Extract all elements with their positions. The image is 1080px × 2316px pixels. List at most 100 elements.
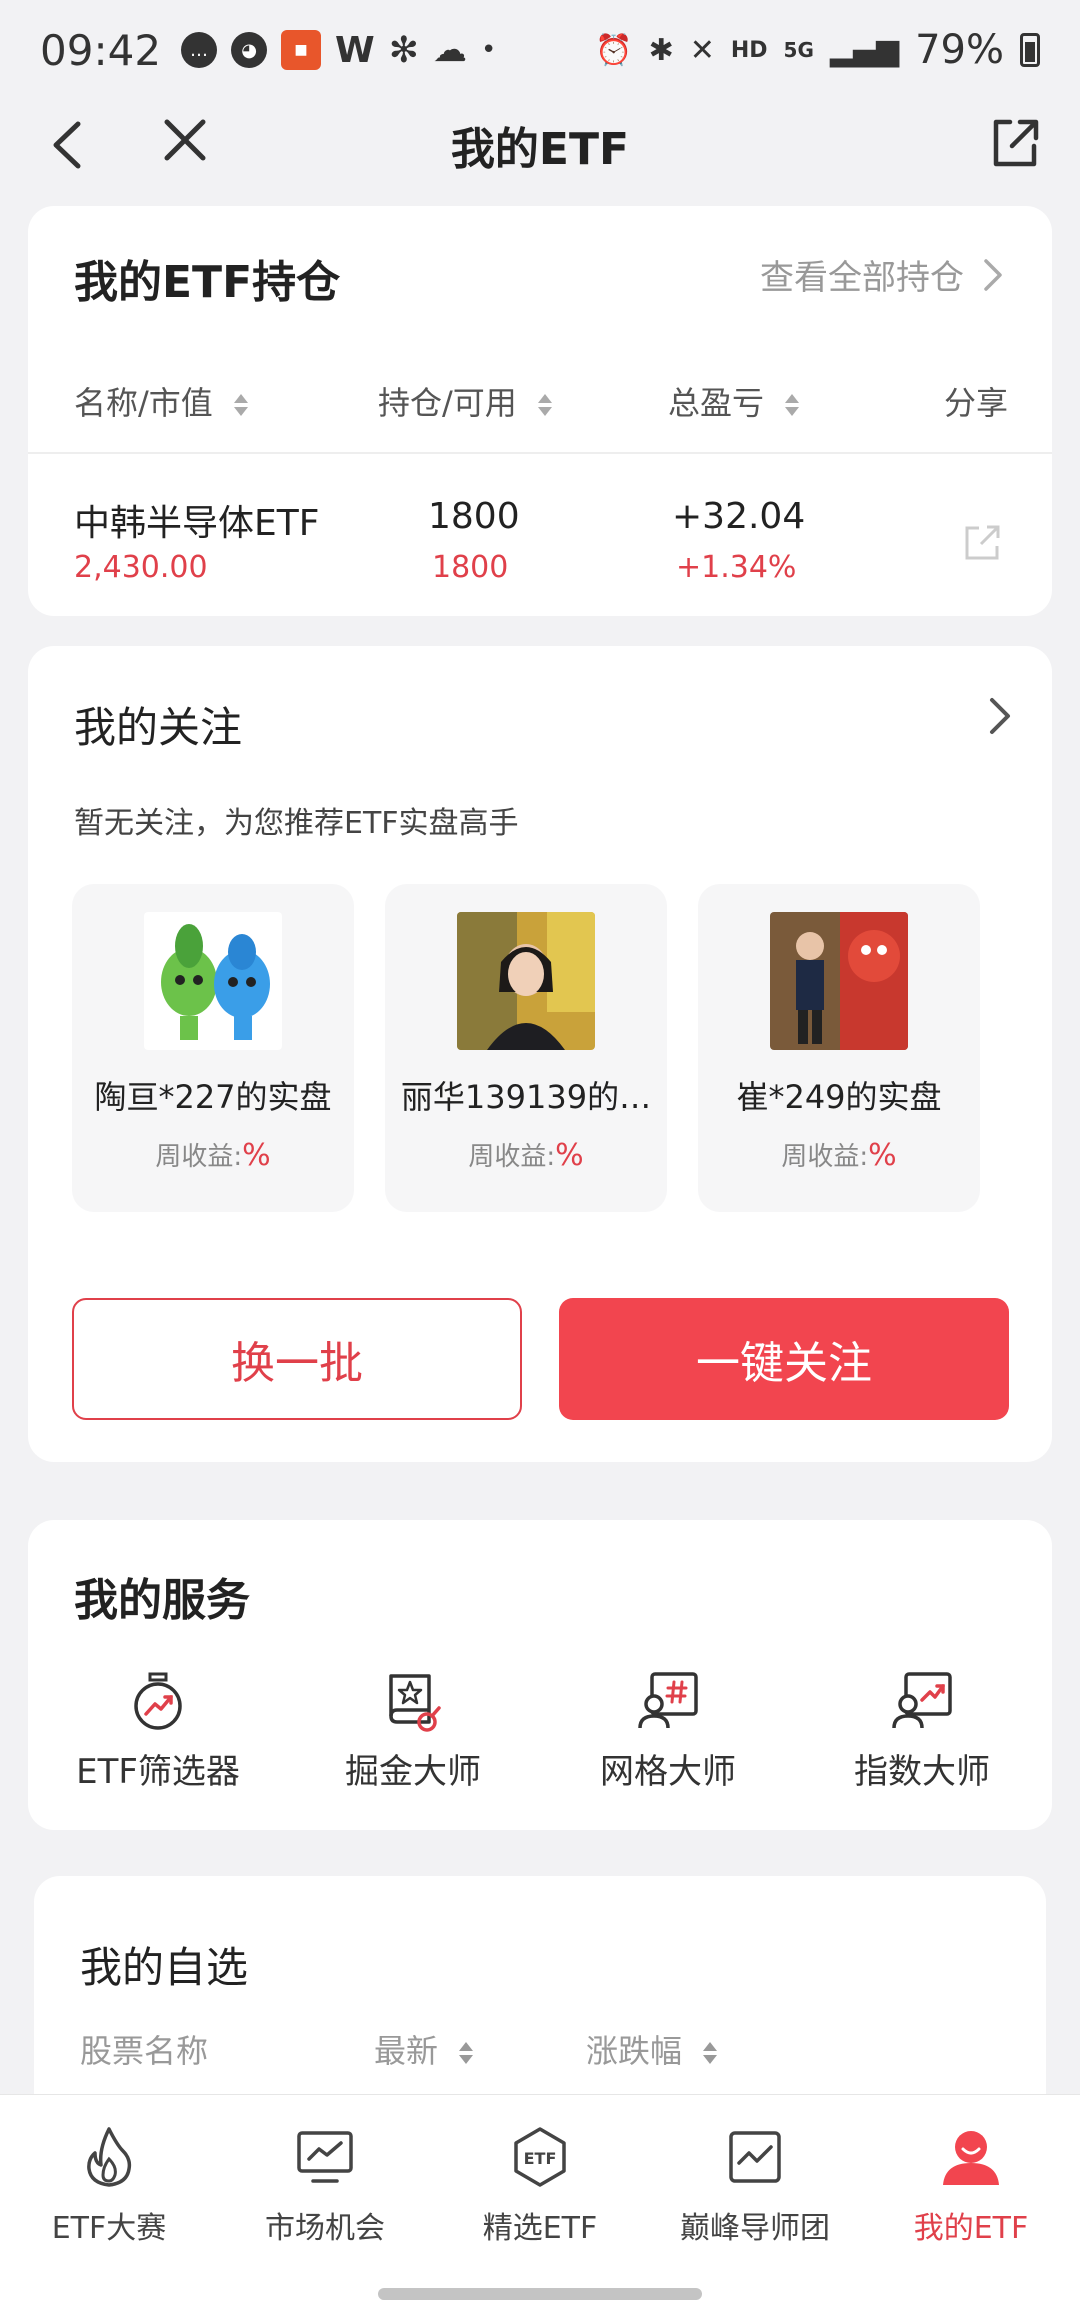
tab-my-etf[interactable]: 我的ETF <box>876 2125 1066 2247</box>
follow-card: 我的关注 暂无关注，为您推荐ETF实盘高手 陶亘*227的实盘 周收益:% 丽华… <box>28 646 1052 1462</box>
expert-name: 崔*249的实盘 <box>736 1078 942 1116</box>
tab-label: 我的ETF <box>913 2211 1029 2246</box>
status-time: 09:42 <box>40 25 162 75</box>
expert-card[interactable]: 崔*249的实盘 周收益:% <box>698 884 980 1212</box>
tab-label: 市场机会 <box>265 2211 385 2246</box>
share-row-icon[interactable] <box>963 522 1003 562</box>
header-position-available[interactable]: 持仓/可用 <box>378 378 555 424</box>
header-latest[interactable]: 最新 <box>374 2026 476 2072</box>
service-index-master[interactable]: 指数大师 <box>812 1670 1032 1793</box>
chart-frame-icon <box>729 2131 781 2183</box>
divider <box>28 452 1052 454</box>
view-all-holdings-label: 查看全部持仓 <box>760 258 964 298</box>
tab-market-opportunity[interactable]: 市场机会 <box>230 2125 420 2247</box>
alarm-icon: ⏰ <box>595 32 633 68</box>
expert-avatar <box>770 912 908 1050</box>
w-icon: W <box>335 29 375 71</box>
service-etf-screener[interactable]: ETF筛选器 <box>48 1670 268 1793</box>
services-card: 我的服务 ETF筛选器 掘金大师 网格大师 指数大师 <box>28 1520 1052 1830</box>
header-change-pct[interactable]: 涨跌幅 <box>586 2026 720 2072</box>
sort-icon <box>703 2042 718 2064</box>
services-title: 我的服务 <box>74 1575 250 1626</box>
status-bar: 09:42 … ◕ ■ W ✻ ☁ • ⏰ ✱ ✕ HD 5G ▂▄▆ 79% <box>0 0 1080 100</box>
monitor-chart-icon <box>297 2131 353 2183</box>
service-label: ETF筛选器 <box>76 1752 240 1792</box>
user-grid-icon <box>638 1672 698 1729</box>
sort-icon <box>233 394 248 416</box>
holding-row[interactable]: 中韩半导体ETF 2,430.00 1800 1800 +32.04 +1.34… <box>28 476 1052 596</box>
holdings-title: 我的ETF持仓 <box>74 257 341 308</box>
user-avatar-icon <box>943 2131 999 2185</box>
holdings-card: 我的ETF持仓 查看全部持仓 名称/市值 持仓/可用 总盈亏 分享 中韩半导体E… <box>28 206 1052 616</box>
app-notification-icon: ■ <box>281 30 322 70</box>
back-icon[interactable] <box>40 110 100 180</box>
nav-bar: 我的ETF <box>0 100 1080 190</box>
bottom-nav: ETF大赛 市场机会 ETF 精选ETF 巅峰导师团 我的ETF <box>0 2094 1080 2316</box>
header-name-value[interactable]: 名称/市值 <box>74 378 251 424</box>
watchlist-title: 我的自选 <box>80 1943 249 1992</box>
expert-card[interactable]: 陶亘*227的实盘 周收益:% <box>72 884 354 1212</box>
mute-icon: ✕ <box>689 32 715 68</box>
tab-peak-mentors[interactable]: 巅峰导师团 <box>660 2125 850 2247</box>
watchlist-header-row: 股票名称 最新 涨跌幅 <box>34 2026 1046 2086</box>
holding-pnl-percent: +1.34% <box>676 550 797 585</box>
home-indicator[interactable] <box>378 2288 702 2300</box>
holding-pnl: +32.04 <box>672 496 806 537</box>
expert-name: 丽华139139的… <box>400 1078 652 1116</box>
dot-icon: • <box>480 35 497 65</box>
sort-icon <box>785 394 800 416</box>
chevron-right-icon <box>984 258 1002 291</box>
expert-weekly-return: 周收益:% <box>468 1138 584 1173</box>
tab-etf-contest[interactable]: ETF大赛 <box>14 2125 204 2247</box>
holding-market-value: 2,430.00 <box>74 550 208 585</box>
header-share: 分享 <box>943 384 1008 422</box>
service-gold-master[interactable]: 掘金大师 <box>303 1670 523 1793</box>
bluetooth-icon: ✱ <box>648 32 674 68</box>
view-all-holdings-link[interactable]: 查看全部持仓 <box>760 250 1008 299</box>
holding-available: 1800 <box>432 550 509 585</box>
wechat-icon: ◕ <box>231 32 268 68</box>
network-indicator: 5G <box>783 38 814 62</box>
battery-percent: 79% <box>915 27 1004 73</box>
holding-position: 1800 <box>428 496 520 537</box>
expert-weekly-return: 周收益:% <box>781 1138 897 1173</box>
chevron-right-icon[interactable] <box>984 694 1014 738</box>
tab-label: ETF大赛 <box>51 2211 167 2246</box>
signal-icon: ▂▄▆ <box>829 32 900 68</box>
follow-title: 我的关注 <box>74 703 243 752</box>
stopwatch-chart-icon <box>134 1672 182 1730</box>
service-grid-master[interactable]: 网格大师 <box>558 1670 778 1793</box>
holding-name: 中韩半导体ETF <box>74 503 320 544</box>
expert-name: 陶亘*227的实盘 <box>94 1078 332 1116</box>
cloud-icon: ☁ <box>432 30 467 70</box>
tab-label: 巅峰导师团 <box>680 2211 830 2246</box>
follow-all-button[interactable]: 一键关注 <box>559 1298 1009 1420</box>
refresh-batch-button[interactable]: 换一批 <box>72 1298 522 1420</box>
expert-weekly-return: 周收益:% <box>155 1138 271 1173</box>
expert-avatar <box>144 912 282 1050</box>
service-label: 掘金大师 <box>345 1752 481 1792</box>
sort-icon <box>459 2042 474 2064</box>
svg-text:ETF: ETF <box>524 2149 557 2168</box>
etf-badge-icon: ETF <box>514 2127 566 2187</box>
close-icon[interactable] <box>155 106 215 176</box>
service-label: 网格大师 <box>600 1752 736 1792</box>
service-label: 指数大师 <box>854 1752 990 1792</box>
holdings-header-row: 名称/市值 持仓/可用 总盈亏 分享 <box>28 378 1052 438</box>
expert-avatar <box>457 912 595 1050</box>
message-icon: … <box>181 32 218 68</box>
expert-card[interactable]: 丽华139139的… 周收益:% <box>385 884 667 1212</box>
book-star-icon <box>389 1674 441 1732</box>
header-stock-name: 股票名称 <box>80 2032 209 2070</box>
flower-icon: ✻ <box>388 29 419 71</box>
tab-featured-etf[interactable]: ETF 精选ETF <box>445 2125 635 2247</box>
tab-label: 精选ETF <box>482 2211 598 2246</box>
header-total-pnl[interactable]: 总盈亏 <box>668 378 802 424</box>
share-icon[interactable] <box>990 106 1040 176</box>
sort-icon <box>537 394 552 416</box>
user-chart-icon <box>892 1672 952 1729</box>
battery-icon <box>1020 33 1040 67</box>
follow-subtitle: 暂无关注，为您推荐ETF实盘高手 <box>74 806 519 841</box>
hd-indicator: HD <box>730 37 768 63</box>
flame-icon <box>87 2127 132 2187</box>
